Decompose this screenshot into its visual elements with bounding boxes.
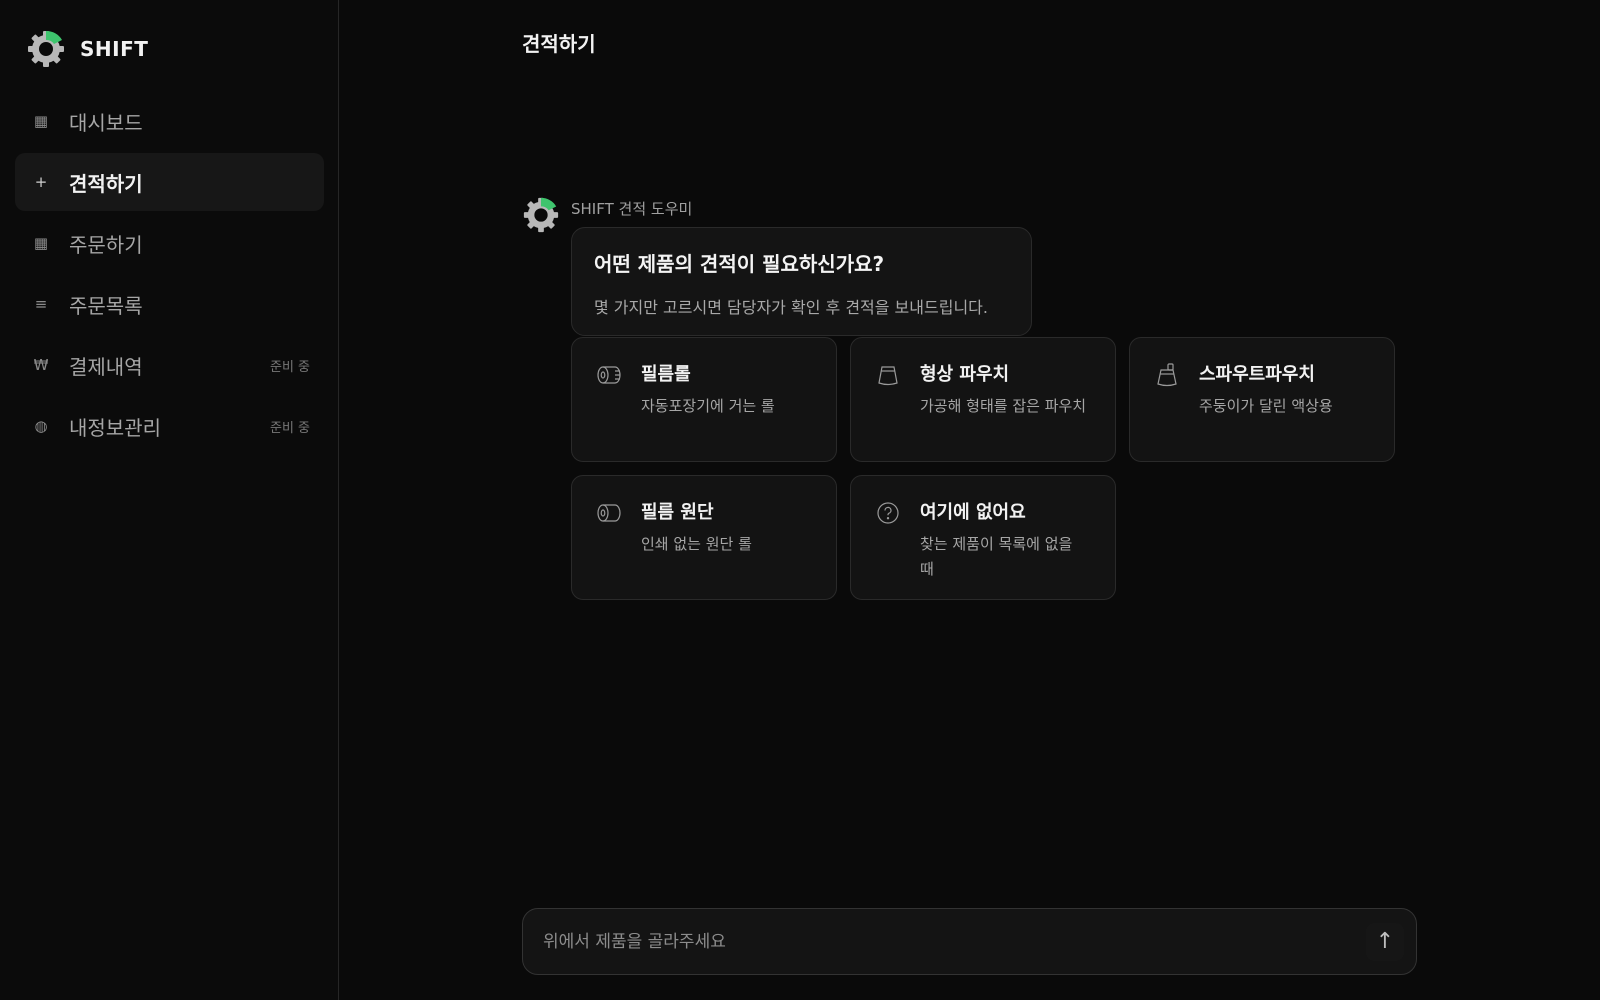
message-input[interactable] (543, 909, 1323, 974)
shift-logo-icon (28, 30, 64, 67)
brand[interactable]: SHIFT (26, 28, 148, 70)
bot-name: SHIFT 견적 도우미 (571, 200, 693, 218)
option-desc: 주둥이가 달린 액상용 (1199, 397, 1333, 415)
brand-name: SHIFT (80, 37, 149, 61)
sidebar-item-order[interactable]: ▦ 주문하기 (15, 214, 324, 272)
sidebar-item-label: 주문하기 (69, 232, 143, 257)
sidebar-item-label: 주문목록 (69, 293, 143, 318)
option-desc: 인쇄 없는 원단 롤 (641, 535, 752, 553)
coming-soon-badge: 준비 중 (269, 420, 310, 436)
sidebar-item-payments[interactable]: ₩ 결제내역 준비 중 (15, 336, 324, 394)
bot-question: 어떤 제품의 견적이 필요하신가요? (594, 252, 885, 276)
option-card-spout-pouch[interactable]: 스파우트파우치 주둥이가 달린 액상용 (1129, 337, 1395, 462)
option-desc: 가공해 형태를 잡은 파우치 (920, 397, 1087, 415)
message-composer: ↑ (522, 908, 1417, 975)
bot-avatar-icon (523, 197, 559, 233)
sidebar-item-dashboard[interactable]: ▦ 대시보드 (15, 92, 324, 150)
sidebar-item-label: 결제내역 (69, 354, 143, 379)
bot-subtext: 몇 가지만 고르시면 담당자가 확인 후 견적을 보내드립니다. (594, 298, 988, 317)
option-desc: 찾는 제품이 목록에 없을 때 (920, 535, 1073, 578)
option-card-not-listed[interactable]: 여기에 없어요 찾는 제품이 목록에 없을 때 (850, 475, 1116, 600)
send-button[interactable]: ↑ (1366, 923, 1404, 961)
sidebar-item-profile[interactable]: ◍ 내정보관리 준비 중 (15, 397, 324, 455)
option-title: 형상 파우치 (920, 364, 1010, 385)
sidebar-nav: ▦ 대시보드 + 견적하기 ▦ 주문하기 ≡ 주문목록 ₩ 결제내역 준비 중 … (15, 92, 324, 458)
option-card-film-fabric[interactable]: 필름 원단 인쇄 없는 원단 롤 (571, 475, 837, 600)
sidebar-item-label: 대시보드 (69, 110, 143, 135)
list-icon: ≡ (34, 294, 48, 313)
film-fabric-icon (597, 504, 621, 522)
pouch-icon (878, 366, 898, 386)
bot-message-bubble: 어떤 제품의 견적이 필요하신가요? 몇 가지만 고르시면 담당자가 확인 후 … (571, 227, 1032, 336)
sidebar-item-order-list[interactable]: ≡ 주문목록 (15, 275, 324, 333)
option-card-film-roll[interactable]: 필름롤 자동포장기에 거는 롤 (571, 337, 837, 462)
option-title: 필름롤 (641, 364, 691, 385)
sidebar-item-label: 내정보관리 (69, 415, 161, 440)
option-title: 스파우트파우치 (1199, 364, 1315, 385)
sidebar: SHIFT ▦ 대시보드 + 견적하기 ▦ 주문하기 ≡ 주문목록 ₩ 결제내역… (0, 0, 339, 1000)
question-icon (877, 502, 899, 524)
sidebar-item-quote[interactable]: + 견적하기 (15, 153, 324, 211)
dashboard-icon: ▦ (33, 111, 49, 130)
spout-pouch-icon (1157, 363, 1177, 387)
sidebar-item-label: 견적하기 (69, 171, 143, 196)
coming-soon-badge: 준비 중 (269, 359, 310, 375)
won-icon: ₩ (33, 355, 49, 374)
profile-icon: ◍ (34, 416, 48, 435)
page-title: 견적하기 (522, 32, 596, 56)
option-desc: 자동포장기에 거는 롤 (641, 397, 775, 415)
option-title: 여기에 없어요 (920, 502, 1026, 523)
option-title: 필름 원단 (641, 502, 714, 523)
option-card-shaped-pouch[interactable]: 형상 파우치 가공해 형태를 잡은 파우치 (850, 337, 1116, 462)
plus-icon: + (34, 172, 48, 191)
film-roll-icon (597, 366, 621, 384)
grid-icon: ▦ (33, 233, 49, 252)
